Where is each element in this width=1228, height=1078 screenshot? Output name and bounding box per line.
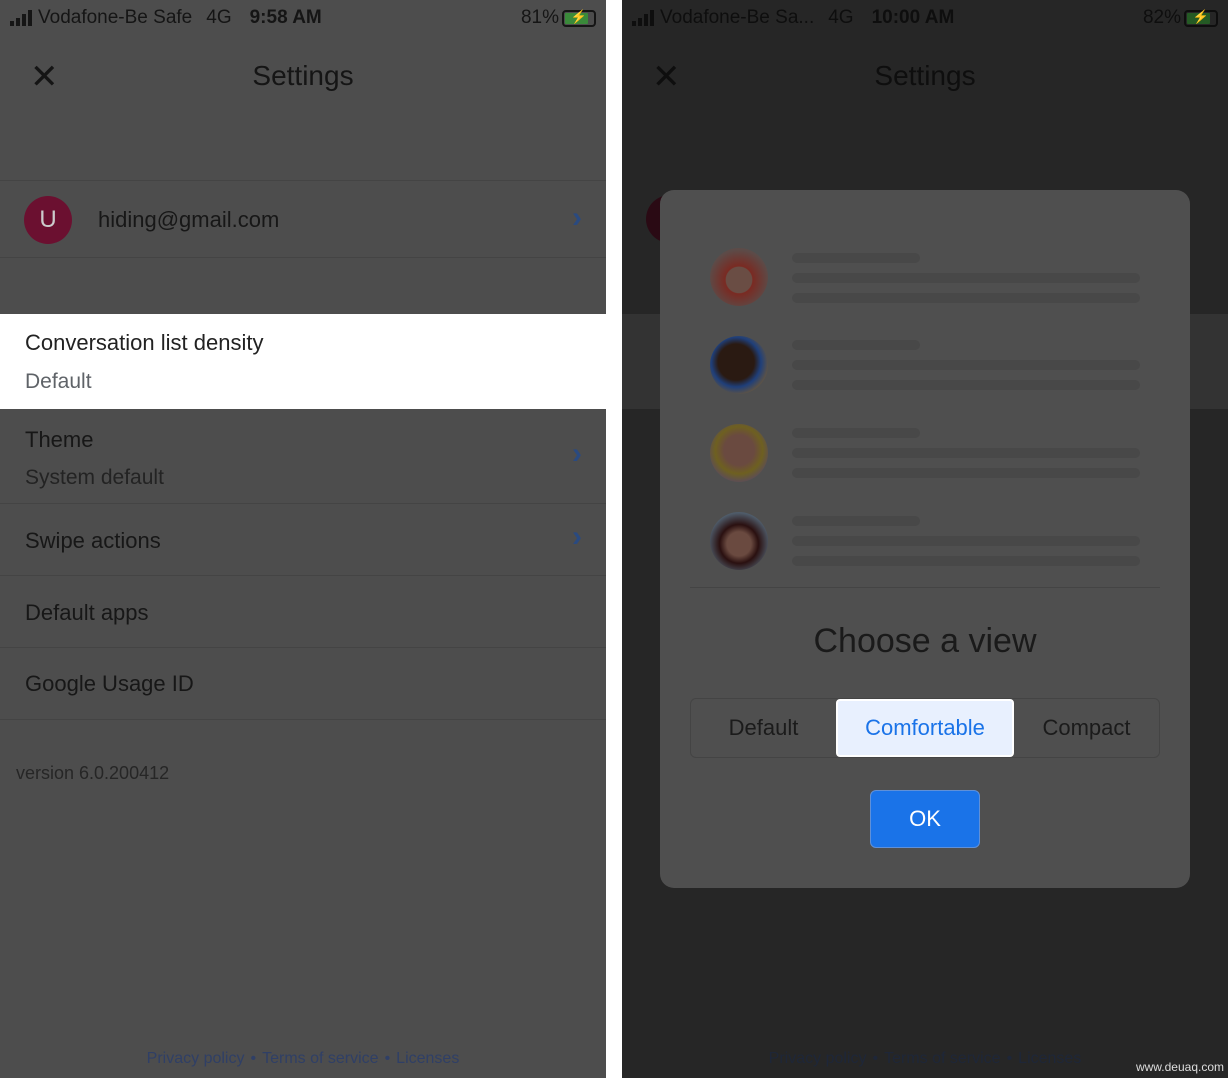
avatar: U — [24, 196, 72, 244]
density-value: Default — [25, 370, 92, 393]
avatar-illustration — [710, 248, 768, 306]
terms-link[interactable]: Terms of service — [884, 1050, 1000, 1067]
status-bar: Vodafone-Be Sa... 4G 10:00 AM 82% ⚡ — [632, 6, 1218, 30]
carrier: Vodafone-Be Safe — [38, 7, 193, 28]
battery-percent: 81% — [520, 7, 559, 28]
option-comfortable[interactable]: Comfortable — [836, 699, 1014, 757]
theme-label: Theme — [25, 427, 94, 452]
default-apps-row[interactable]: Default apps — [0, 576, 606, 648]
signal-icon — [632, 10, 654, 26]
theme-row[interactable]: Theme System default › — [0, 409, 606, 504]
choose-view-dialog: Choose a view Default Comfortable Compac… — [660, 190, 1190, 888]
avatar-illustration — [710, 336, 768, 394]
swipe-actions-label: Swipe actions — [25, 528, 161, 553]
watermark: www.deuaq.com — [1135, 1060, 1224, 1074]
usage-id-row[interactable]: Google Usage ID — [0, 648, 606, 720]
footer-links: Privacy policy • Terms of service • Licenses — [0, 1050, 606, 1068]
divider — [690, 587, 1160, 588]
licenses-link[interactable]: Licenses — [1018, 1050, 1081, 1067]
battery-icon: ⚡ — [1184, 9, 1218, 27]
carrier: Vodafone-Be Sa... — [660, 7, 815, 28]
time: 10:00 AM — [871, 7, 955, 28]
option-default[interactable]: Default — [691, 699, 836, 757]
avatar-illustration — [710, 512, 768, 570]
account-row[interactable]: U hiding@gmail.com › — [0, 180, 606, 258]
separator: • — [250, 1050, 257, 1067]
version-text: version 6.0.200412 — [16, 763, 170, 783]
privacy-link[interactable]: Privacy policy — [769, 1050, 867, 1067]
time: 9:58 AM — [249, 7, 322, 28]
privacy-link[interactable]: Privacy policy — [147, 1050, 245, 1067]
licenses-link[interactable]: Licenses — [396, 1050, 459, 1067]
terms-link[interactable]: Terms of service — [262, 1050, 378, 1067]
ok-button[interactable]: OK — [870, 790, 980, 848]
swipe-actions-row[interactable]: Swipe actions › — [0, 504, 606, 576]
conversation-density-row[interactable]: Conversation list density Default — [0, 314, 606, 409]
default-apps-label: Default apps — [25, 600, 149, 625]
theme-value: System default — [25, 466, 164, 489]
chevron-right-icon: › — [572, 520, 582, 553]
density-label: Conversation list density — [25, 330, 264, 355]
signal-icon — [10, 10, 32, 26]
separator: • — [872, 1050, 879, 1067]
page-title: Settings — [252, 60, 354, 91]
battery-percent: 82% — [1142, 7, 1181, 28]
avatar-illustration — [710, 424, 768, 482]
separator: • — [384, 1050, 391, 1067]
option-compact[interactable]: Compact — [1014, 699, 1159, 757]
settings-screen-left: Vodafone-Be Safe 4G 9:58 AM 81% ⚡ ✕ Setti… — [0, 0, 606, 1078]
page-title: Settings — [874, 60, 976, 91]
chevron-right-icon: › — [572, 437, 582, 470]
chevron-right-icon: › — [572, 201, 582, 234]
view-selector: Default Comfortable Compact — [690, 698, 1160, 758]
settings-screen-right: Vodafone-Be Sa... 4G 10:00 AM 82% ⚡ ✕ Set… — [622, 0, 1228, 1078]
account-email: hiding@gmail.com — [98, 207, 280, 232]
usage-id-label: Google Usage ID — [25, 671, 194, 696]
separator: • — [1006, 1050, 1013, 1067]
dialog-heading: Choose a view — [813, 622, 1037, 660]
battery-icon: ⚡ — [562, 9, 596, 27]
status-bar: Vodafone-Be Safe 4G 9:58 AM 81% ⚡ — [10, 6, 596, 30]
network: 4G — [206, 7, 232, 28]
network: 4G — [828, 7, 854, 28]
